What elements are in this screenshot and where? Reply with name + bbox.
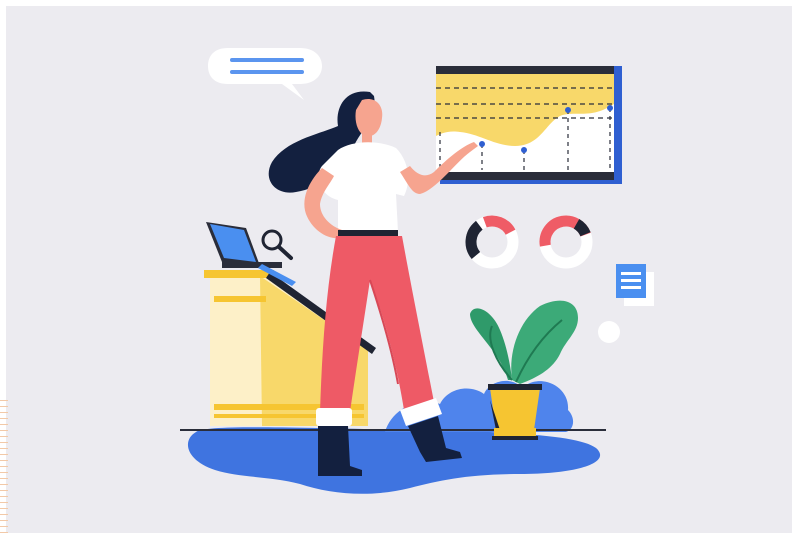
speech-bubble-icon <box>208 48 322 100</box>
floating-dot <box>598 321 620 343</box>
illustration-svg <box>180 48 654 494</box>
donut-chart-right <box>539 215 593 269</box>
document-icon <box>616 264 654 306</box>
illustration-scene <box>0 0 796 537</box>
donut-chart-left <box>465 215 519 269</box>
chart-board <box>436 66 622 184</box>
floor-blob <box>187 427 601 494</box>
magnifier-icon <box>261 229 293 260</box>
